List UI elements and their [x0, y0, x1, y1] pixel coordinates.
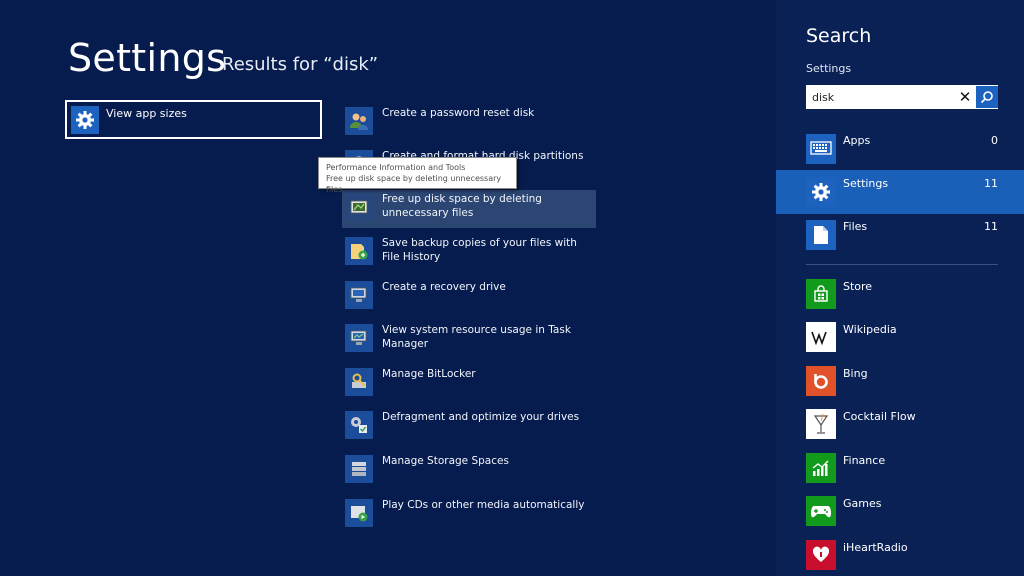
app-cocktail-flow[interactable]: Cocktail Flow — [776, 409, 1024, 449]
result-label: Create a password reset disk — [382, 107, 535, 119]
result-label: Defragment and optimize your drives — [382, 411, 580, 423]
app-label: Finance — [843, 454, 886, 467]
app-iheartradio[interactable]: iHeartRadio — [776, 540, 1024, 576]
result-label: Save backup copies of your files with Fi… — [382, 237, 577, 263]
result-label: View system resource usage in Task Manag… — [382, 324, 571, 350]
recovery-drive-icon — [345, 281, 373, 309]
search-scope-label: Settings — [806, 62, 852, 75]
result-autoplay[interactable]: Play CDs or other media automatically — [342, 496, 596, 534]
task-manager-icon — [345, 324, 373, 352]
result-defragment-drives[interactable]: Defragment and optimize your drives — [342, 408, 596, 446]
results-pane: Settings Results for “disk” View app siz… — [0, 0, 776, 576]
search-button[interactable] — [976, 86, 998, 108]
app-store[interactable]: Store — [776, 279, 1024, 319]
scope-label: Settings — [843, 177, 889, 190]
file-history-icon — [345, 237, 373, 265]
page-title: Settings — [68, 36, 227, 80]
iheartradio-icon — [806, 540, 836, 570]
scope-label: Apps — [843, 134, 871, 147]
clear-search-button[interactable]: ✕ — [954, 86, 976, 108]
bing-icon — [806, 366, 836, 396]
scope-settings[interactable]: Settings 11 — [776, 170, 1024, 214]
finance-icon — [806, 453, 836, 483]
scope-count: 11 — [984, 220, 998, 233]
result-free-up-disk-space[interactable]: Free up disk space by deleting unnecessa… — [342, 190, 596, 228]
gear-icon — [806, 177, 836, 207]
result-label: Manage BitLocker — [382, 368, 476, 380]
tooltip-title: Performance Information and Tools — [326, 163, 466, 172]
scope-divider — [806, 264, 998, 265]
app-label: Bing — [843, 367, 868, 380]
app-bing[interactable]: Bing — [776, 366, 1024, 406]
top-result-label: View app sizes — [106, 107, 187, 120]
app-games[interactable]: Games — [776, 496, 1024, 536]
scope-files[interactable]: Files 11 — [776, 213, 1024, 257]
result-label: Manage Storage Spaces — [382, 455, 509, 467]
result-storage-spaces[interactable]: Manage Storage Spaces — [342, 452, 596, 490]
defragment-icon — [345, 411, 373, 439]
bitlocker-key-icon — [345, 368, 373, 396]
tooltip-description: Free up disk space by deleting unnecessa… — [326, 174, 502, 194]
top-result-view-app-sizes[interactable]: View app sizes — [65, 100, 322, 139]
autoplay-icon — [345, 499, 373, 527]
result-task-manager[interactable]: View system resource usage in Task Manag… — [342, 321, 596, 359]
search-box: ✕ — [806, 85, 998, 109]
app-wikipedia[interactable]: Wikipedia — [776, 322, 1024, 362]
app-label: Cocktail Flow — [843, 410, 916, 423]
charm-title: Search — [806, 25, 872, 47]
result-manage-bitlocker[interactable]: Manage BitLocker — [342, 365, 596, 403]
search-icon — [980, 91, 993, 104]
app-finance[interactable]: Finance — [776, 453, 1024, 493]
result-file-history[interactable]: Save backup copies of your files with Fi… — [342, 234, 596, 272]
scope-count: 11 — [984, 177, 998, 190]
wikipedia-icon — [806, 322, 836, 352]
result-create-password-reset-disk[interactable]: Create a password reset disk — [342, 104, 596, 142]
cocktail-icon — [806, 409, 836, 439]
result-label: Free up disk space by deleting unnecessa… — [382, 193, 542, 219]
result-label: Create a recovery drive — [382, 281, 506, 293]
scope-label: Files — [843, 220, 868, 233]
disk-cleanup-icon — [345, 193, 373, 221]
users-icon — [345, 107, 373, 135]
result-tooltip: Performance Information and Tools Free u… — [318, 157, 517, 194]
results-for-label: Results for “disk” — [222, 54, 379, 75]
search-input[interactable] — [806, 86, 954, 108]
app-label: Wikipedia — [843, 323, 897, 336]
search-charm: Search Settings ✕ Apps 0 Settings 11 Fil… — [776, 0, 1024, 576]
scope-apps[interactable]: Apps 0 — [776, 127, 1024, 171]
result-create-recovery-drive[interactable]: Create a recovery drive — [342, 278, 596, 316]
storage-spaces-icon — [345, 455, 373, 483]
keyboard-icon — [806, 134, 836, 164]
app-label: Store — [843, 280, 873, 293]
app-label: iHeartRadio — [843, 541, 908, 554]
close-icon: ✕ — [958, 88, 972, 106]
games-icon — [806, 496, 836, 526]
app-label: Games — [843, 497, 882, 510]
file-icon — [806, 220, 836, 250]
scope-count: 0 — [991, 134, 998, 147]
store-icon — [806, 279, 836, 309]
result-label: Play CDs or other media automatically — [382, 499, 585, 511]
gear-icon — [71, 106, 99, 134]
